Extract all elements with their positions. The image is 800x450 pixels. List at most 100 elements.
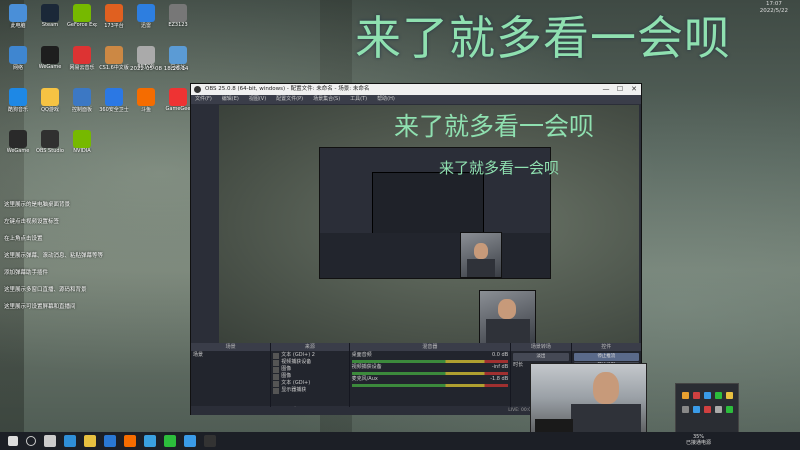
- desktop-icon-label: 斗鱼: [140, 107, 151, 113]
- channel-name: 桌面音频: [351, 352, 372, 358]
- menu-tools[interactable]: 工具(T): [350, 95, 367, 104]
- sources-dock: 来源 文本 (GDI+) 2 视频捕获设备 图像 图像 文本 (GDI+) 显示…: [271, 343, 350, 414]
- channel-name: 视频捕获设备: [351, 364, 382, 370]
- app-icon: [9, 46, 27, 64]
- desktop-note: 添加弹幕助手插件: [4, 270, 49, 276]
- source-item[interactable]: 视频捕获设备: [273, 359, 346, 366]
- display-source-icon: [273, 387, 280, 394]
- search-icon[interactable]: [26, 436, 36, 446]
- source-item[interactable]: 显示器捕获: [273, 387, 346, 394]
- desktop-icon-label: 酷狗音乐: [7, 107, 28, 113]
- maximize-button[interactable]: ☐: [613, 84, 627, 95]
- wechat-icon[interactable]: [164, 435, 176, 447]
- source-item[interactable]: 图像: [273, 366, 346, 373]
- desktop-note: 这里展示弹幕、滚动消息、粘贴弹幕等等: [4, 253, 104, 259]
- tray-app-icon[interactable]: [715, 392, 722, 399]
- desktop-icon-label: 173平台: [104, 23, 124, 29]
- app-icon: [169, 4, 187, 22]
- minimize-button[interactable]: —: [599, 84, 613, 95]
- desktop-icon[interactable]: 网易云音乐: [67, 46, 97, 71]
- desktop-icon-label: WeGame: [38, 64, 62, 70]
- tray-app-icon[interactable]: [704, 406, 711, 413]
- nested-shirt: [467, 259, 495, 277]
- transitions-title: 场景转场: [511, 343, 571, 351]
- menu-edit[interactable]: 编辑(E): [222, 95, 239, 104]
- desktop-icon[interactable]: 此电脑: [3, 4, 33, 29]
- edge-icon[interactable]: [64, 435, 76, 447]
- obs-preview[interactable]: 来了就多看一会呗 来了就多看一会呗: [219, 105, 639, 343]
- app-icon: [105, 4, 123, 22]
- tray-app-icon[interactable]: [693, 392, 700, 399]
- app-icon: [9, 130, 27, 148]
- desktop-icon[interactable]: 173平台: [99, 4, 129, 29]
- desktop-icon[interactable]: 酷狗音乐: [3, 88, 33, 113]
- qq-icon[interactable]: [184, 435, 196, 447]
- tray-app-icon[interactable]: [682, 392, 689, 399]
- desktop-icon[interactable]: 斗鱼: [131, 88, 161, 113]
- desktop-icon[interactable]: Steam: [35, 4, 65, 28]
- menu-scene-collection[interactable]: 场景集合(S): [313, 95, 340, 104]
- desktop-icon[interactable]: GameGee: [163, 88, 193, 112]
- app-icon: [41, 46, 59, 64]
- desktop-note: 这里展示可设置屏幕和直播间: [4, 304, 76, 310]
- desktop-icon[interactable]: QQ游戏: [35, 88, 65, 113]
- desktop-icon[interactable]: CS1.6中文版: [99, 46, 129, 71]
- desktop-icon[interactable]: GeForce Experience: [67, 4, 97, 28]
- desktop-icon[interactable]: 360安全卫士: [99, 88, 129, 113]
- desktop-icon-label: 网络: [12, 65, 23, 71]
- browser-icon[interactable]: [144, 435, 156, 447]
- menu-profile[interactable]: 配置文件(P): [276, 95, 303, 104]
- stop-streaming-button[interactable]: 停止推流: [573, 353, 639, 361]
- tray-app-icon[interactable]: [726, 392, 733, 399]
- tray-app-icon[interactable]: [682, 406, 689, 413]
- app-icon: [73, 4, 91, 22]
- clock-time: 17:07: [765, 1, 782, 7]
- desktop-icon-label: EZ3123: [168, 22, 188, 28]
- app-icon: [137, 46, 155, 64]
- menu-view[interactable]: 视图(V): [249, 95, 266, 104]
- tray-app-icon[interactable]: [704, 392, 711, 399]
- source-label: 文本 (GDI+): [281, 380, 311, 386]
- desktop-icon[interactable]: OBS Studio: [35, 130, 65, 154]
- close-button[interactable]: ✕: [627, 84, 641, 95]
- source-item[interactable]: 图像: [273, 373, 346, 380]
- desktop-icon[interactable]: NVIDIA: [67, 130, 97, 154]
- menu-file[interactable]: 文件(F): [195, 95, 212, 104]
- image-source-icon: [273, 366, 280, 373]
- obs-logo-icon: [194, 86, 201, 93]
- store-icon[interactable]: [104, 435, 116, 447]
- desktop-icon[interactable]: WeGame: [35, 46, 65, 70]
- tray-app-icon[interactable]: [693, 406, 700, 413]
- desktop-icons: 此电脑 Steam GeForce Experience 173平台 迅雷 EZ3123 网…: [0, 0, 195, 432]
- explorer-icon[interactable]: [84, 435, 96, 447]
- audio-meter: [351, 360, 509, 363]
- taskbar: [0, 432, 800, 450]
- scenes-list: 场景: [191, 351, 271, 406]
- source-item[interactable]: 文本 (GDI+): [273, 380, 346, 387]
- battery-indicator[interactable]: 35% 已接通电源: [686, 434, 711, 446]
- obs-title-bar[interactable]: OBS 25.0.8 (64-bit, windows) - 配置文件: 未命名…: [191, 84, 641, 95]
- preview-overlay-text-small: 来了就多看一会呗: [439, 159, 560, 177]
- desktop-icon[interactable]: EZ3123: [163, 4, 193, 28]
- obs-icon[interactable]: [204, 435, 216, 447]
- tray-app-icon[interactable]: [726, 406, 733, 413]
- menu-help[interactable]: 帮助(H): [377, 95, 395, 104]
- desktop-icon-label: QQ游戏: [41, 107, 59, 113]
- tray-app-icon[interactable]: [715, 406, 722, 413]
- desktop-icon[interactable]: 迅雷: [131, 4, 161, 29]
- app-icon: [41, 4, 59, 22]
- start-icon[interactable]: [8, 436, 18, 446]
- desktop-note: 左键点击视频设置标签: [4, 219, 60, 225]
- douyu-icon[interactable]: [124, 435, 136, 447]
- desktop-icon[interactable]: 网络: [3, 46, 33, 71]
- desktop-icon[interactable]: WeGame: [3, 130, 33, 154]
- audio-meter: [351, 384, 509, 387]
- app-icon: [169, 88, 187, 106]
- transition-select[interactable]: 淡出: [513, 353, 569, 361]
- taskbar-clock[interactable]: 17:07 2022/5/22: [760, 1, 788, 15]
- mixer-channels: 桌面音频 0.0 dB 视频捕获设备 -inf dB 麦克风/Aux -1.8 dB: [349, 351, 511, 406]
- desktop-icon[interactable]: 控制面板: [67, 88, 97, 113]
- scene-item[interactable]: 场景: [193, 352, 268, 359]
- task-view-icon[interactable]: [44, 435, 56, 447]
- source-item[interactable]: 文本 (GDI+) 2: [273, 352, 346, 359]
